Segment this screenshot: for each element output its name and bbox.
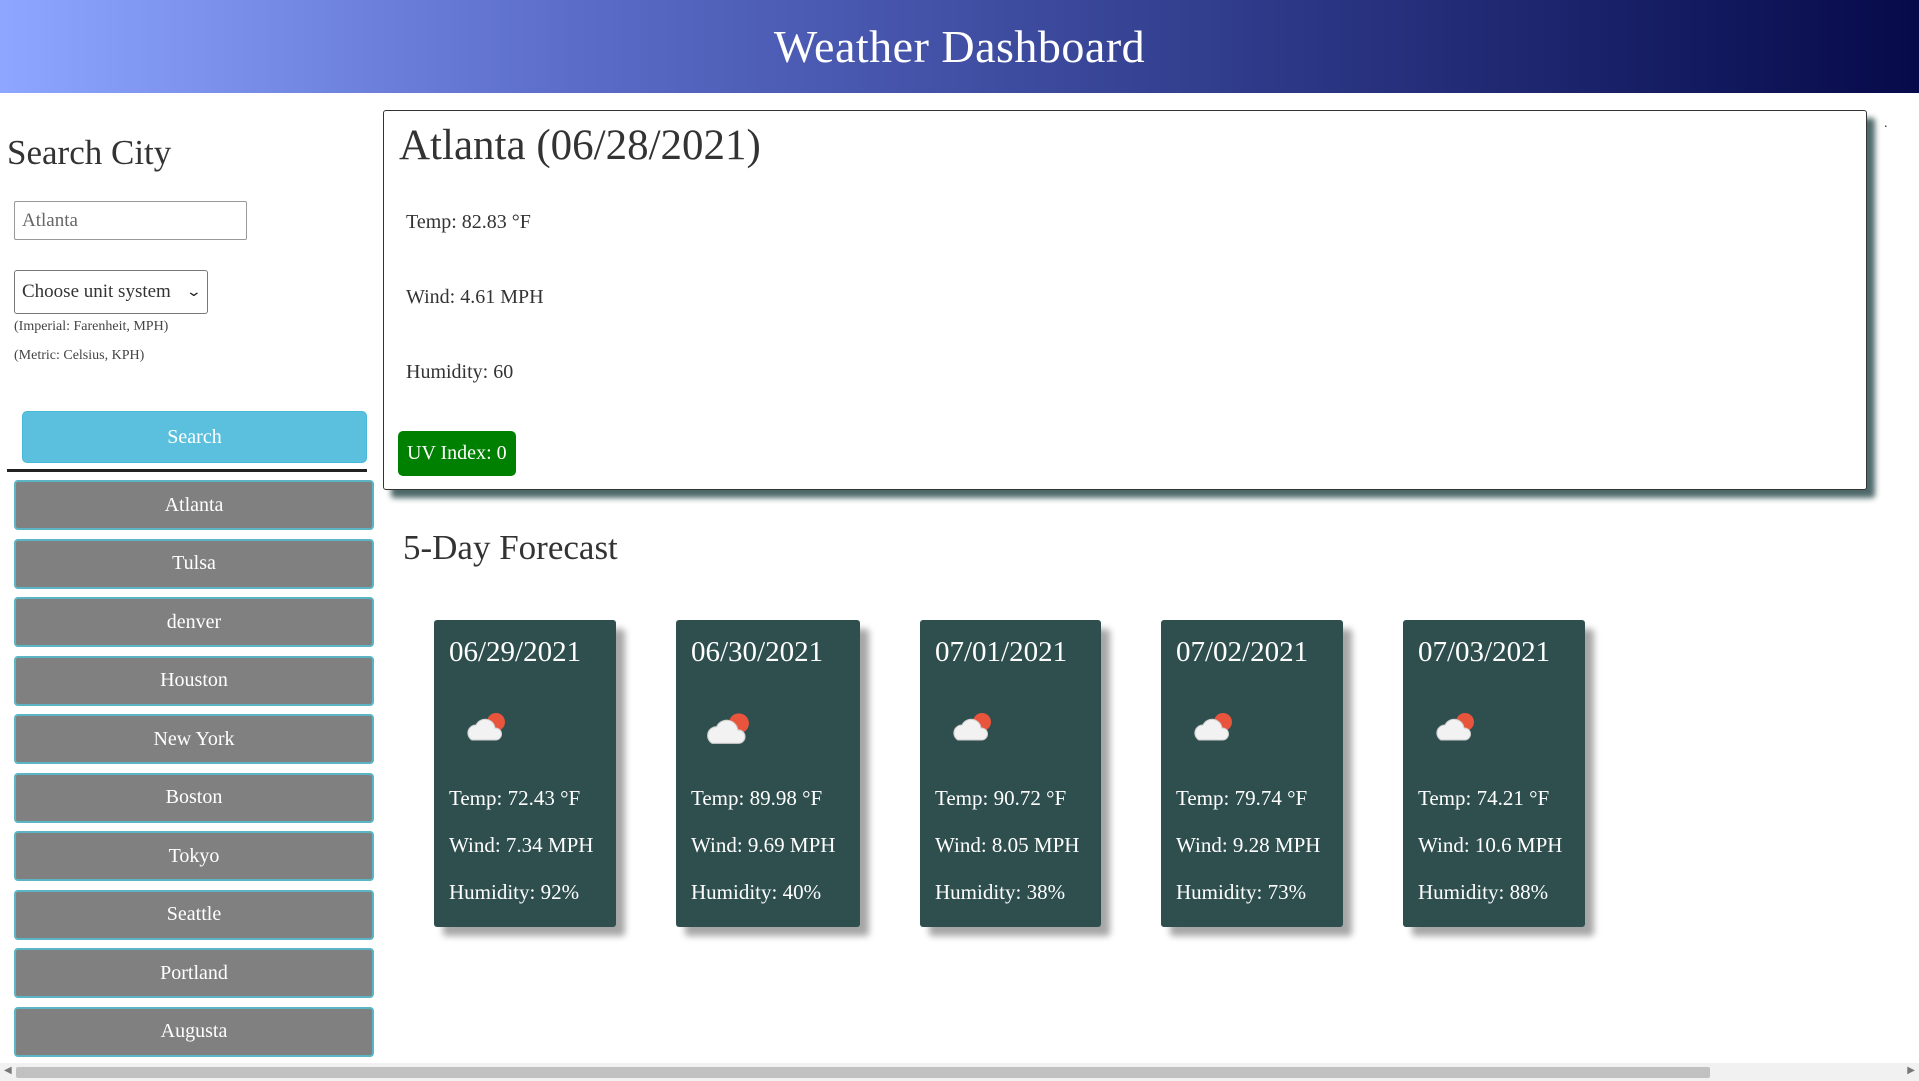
forecast-humidity: Humidity: 73% <box>1176 880 1307 904</box>
stray-dot: . <box>1884 116 1888 131</box>
partly-cloudy-icon <box>953 713 991 741</box>
search-title: Search City <box>7 133 172 172</box>
current-wind: Wind: 4.61 MPH <box>406 286 544 308</box>
forecast-temp: Temp: 90.72 °F <box>935 786 1067 810</box>
forecast-card: 06/30/2021 Temp: 89.98 °F Wind: 9.69 MPH… <box>676 620 860 927</box>
forecast-humidity: Humidity: 88% <box>1418 880 1549 904</box>
search-history-list: Atlanta Tulsa denver Houston New York Bo… <box>14 480 374 1065</box>
partly-cloudy-icon <box>707 713 749 744</box>
history-city-button[interactable]: New York <box>14 714 374 764</box>
history-city-button[interactable]: denver <box>14 597 374 647</box>
sidebar-divider <box>7 469 367 472</box>
forecast-wind: Wind: 9.69 MPH <box>691 833 836 857</box>
forecast-card: 07/03/2021 Temp: 74.21 °F Wind: 10.6 MPH… <box>1403 620 1585 927</box>
history-city-button[interactable]: Seattle <box>14 889 374 940</box>
forecast-humidity: Humidity: 38% <box>935 880 1066 904</box>
forecast-wind: Wind: 10.6 MPH <box>1418 833 1563 857</box>
forecast-wind: Wind: 8.05 MPH <box>935 833 1080 857</box>
history-city-button[interactable]: Houston <box>14 655 374 706</box>
app-header: Weather Dashboard <box>0 0 1919 93</box>
partly-cloudy-icon <box>1436 713 1474 741</box>
forecast-humidity: Humidity: 92% <box>449 880 580 904</box>
forecast-date: 07/02/2021 <box>1176 636 1309 668</box>
search-button[interactable]: Search <box>22 411 367 463</box>
forecast-wind: Wind: 9.28 MPH <box>1176 833 1321 857</box>
history-city-button[interactable]: Tokyo <box>14 831 374 881</box>
forecast-title: 5-Day Forecast <box>403 528 618 567</box>
forecast-date: 06/29/2021 <box>449 636 582 668</box>
metric-hint: (Metric: Celsius, KPH) <box>14 348 145 363</box>
history-city-button[interactable]: Portland <box>14 948 374 998</box>
history-city-button[interactable]: Boston <box>14 772 374 823</box>
forecast-temp: Temp: 74.21 °F <box>1418 786 1550 810</box>
forecast-wind: Wind: 7.34 MPH <box>449 833 594 857</box>
forecast-temp: Temp: 79.74 °F <box>1176 786 1308 810</box>
page-title: Weather Dashboard <box>773 21 1146 72</box>
forecast-card: 06/29/2021 Temp: 72.43 °F Wind: 7.34 MPH… <box>434 620 616 927</box>
forecast-date: 07/01/2021 <box>935 636 1068 668</box>
chevron-down-icon: ⌄ <box>185 284 203 300</box>
city-search-input[interactable] <box>14 201 247 240</box>
horizontal-scrollbar[interactable]: ◀ ▶ <box>0 1063 1919 1081</box>
current-temp: Temp: 82.83 °F <box>406 211 531 233</box>
partly-cloudy-icon <box>467 713 505 741</box>
forecast-card: 07/01/2021 Temp: 90.72 °F Wind: 8.05 MPH… <box>920 620 1101 927</box>
imperial-hint: (Imperial: Farenheit, MPH) <box>14 319 169 334</box>
current-humidity: Humidity: 60 <box>406 361 514 383</box>
history-city-button[interactable]: Tulsa <box>14 538 374 589</box>
scroll-left-icon[interactable]: ◀ <box>4 1065 12 1076</box>
forecast-card: 07/02/2021 Temp: 79.74 °F Wind: 9.28 MPH… <box>1161 620 1343 927</box>
partly-cloudy-icon <box>1194 713 1232 741</box>
current-city-title: Atlanta (06/28/2021) <box>399 122 761 169</box>
current-weather-card: Atlanta (06/28/2021) Temp: 82.83 °F Wind… <box>383 110 1867 490</box>
scrollbar-thumb[interactable] <box>16 1067 1710 1078</box>
unit-select-value: Choose unit system <box>22 281 171 302</box>
history-city-button[interactable]: Augusta <box>14 1006 374 1057</box>
history-city-button[interactable]: Atlanta <box>14 480 374 530</box>
forecast-date: 07/03/2021 <box>1418 636 1551 668</box>
forecast-humidity: Humidity: 40% <box>691 880 822 904</box>
forecast-date: 06/30/2021 <box>691 636 824 668</box>
forecast-temp: Temp: 89.98 °F <box>691 786 823 810</box>
uv-index-badge: UV Index: 0 <box>398 431 516 476</box>
unit-system-select[interactable]: Choose unit system ⌄ <box>14 270 208 314</box>
scroll-right-icon[interactable]: ▶ <box>1907 1065 1915 1076</box>
forecast-temp: Temp: 72.43 °F <box>449 786 581 810</box>
